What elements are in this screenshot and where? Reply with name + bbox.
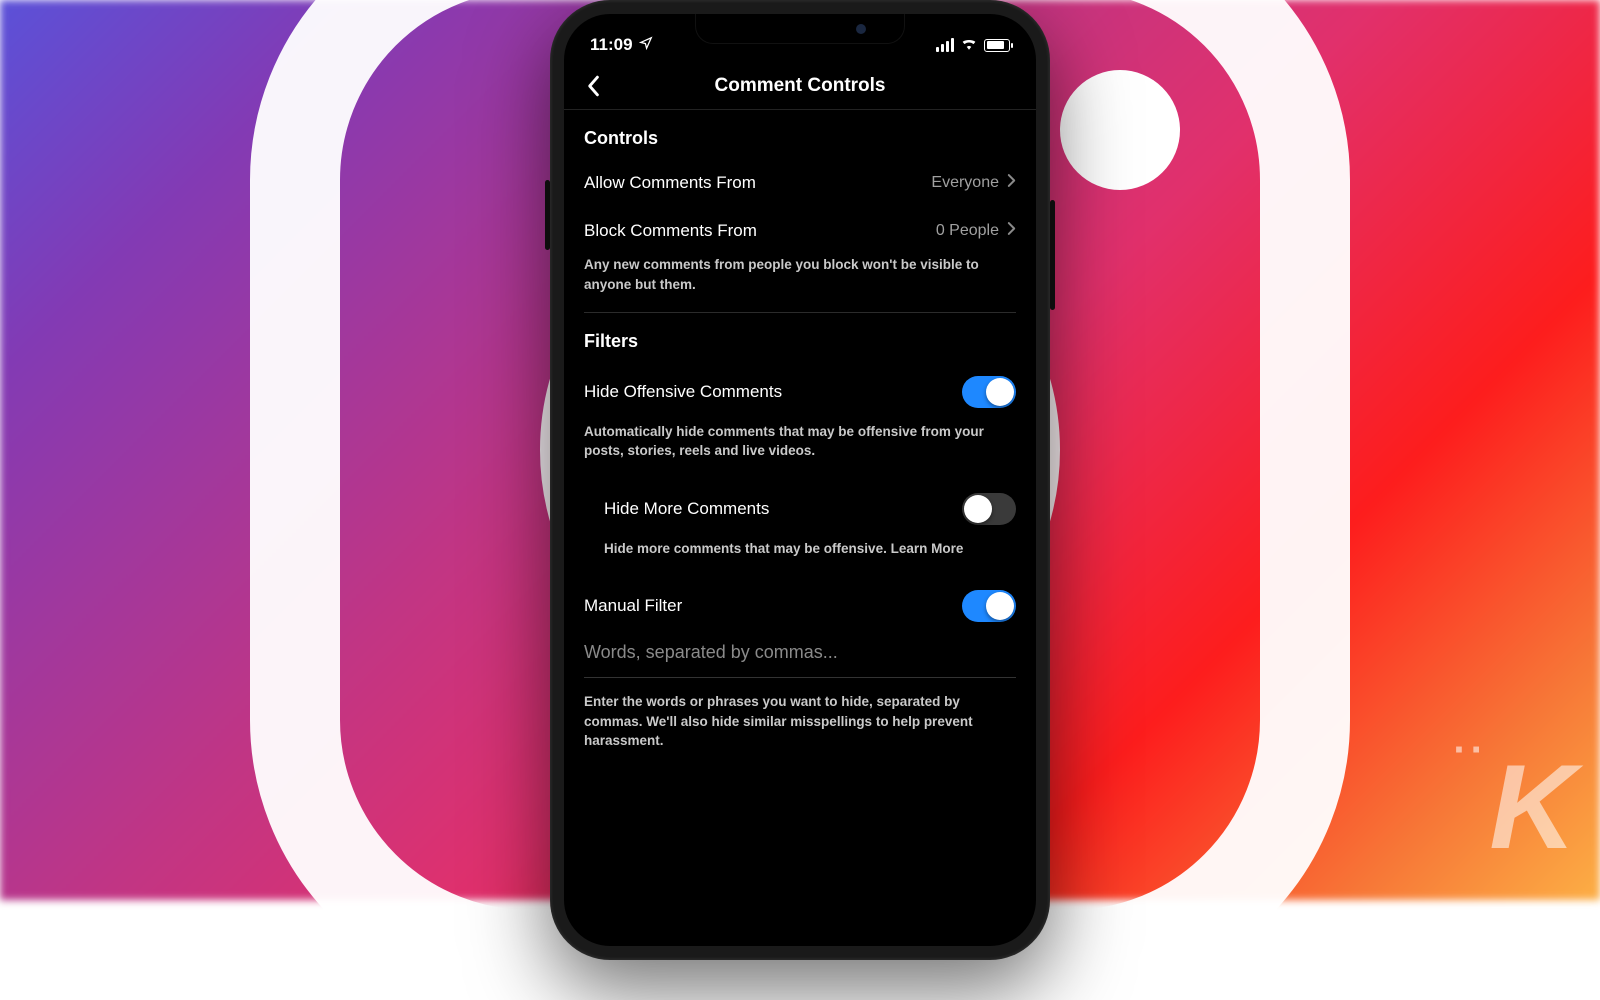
block-comments-row[interactable]: Block Comments From 0 People [584, 207, 1016, 255]
block-comments-label: Block Comments From [584, 221, 757, 241]
phone-frame: 11:09 Comment Controls Controls [550, 0, 1050, 960]
manual-filter-toggle[interactable] [962, 590, 1016, 622]
location-icon [639, 35, 653, 55]
status-time: 11:09 [590, 35, 633, 55]
allow-comments-row[interactable]: Allow Comments From Everyone [584, 159, 1016, 207]
cellular-signal-icon [936, 38, 954, 52]
content: Controls Allow Comments From Everyone Bl… [564, 110, 1036, 769]
wifi-icon [960, 35, 978, 55]
phone-notch [695, 14, 905, 44]
chevron-left-icon [586, 75, 600, 97]
manual-filter-help: Enter the words or phrases you want to h… [584, 678, 1016, 769]
chevron-right-icon [1007, 173, 1016, 193]
manual-filter-label: Manual Filter [584, 596, 682, 616]
hide-offensive-row: Hide Offensive Comments [584, 362, 1016, 422]
hide-more-row: Hide More Comments [584, 479, 1016, 539]
block-help-text: Any new comments from people you block w… [584, 255, 1016, 312]
learn-more-link[interactable]: Learn More [891, 541, 964, 556]
section-title-filters: Filters [584, 313, 1016, 362]
navbar: Comment Controls [564, 62, 1036, 110]
manual-filter-row: Manual Filter [584, 576, 1016, 636]
hide-offensive-help: Automatically hide comments that may be … [584, 422, 1016, 479]
manual-filter-input[interactable]: Words, separated by commas... [584, 636, 1016, 678]
watermark-k: K [1489, 738, 1572, 876]
hide-more-label: Hide More Comments [604, 499, 769, 519]
block-comments-value: 0 People [936, 222, 999, 240]
hide-more-toggle[interactable] [962, 493, 1016, 525]
allow-comments-label: Allow Comments From [584, 173, 756, 193]
section-title-controls: Controls [584, 110, 1016, 159]
page-title: Comment Controls [564, 75, 1036, 97]
hide-offensive-label: Hide Offensive Comments [584, 382, 782, 402]
hide-more-help: Hide more comments that may be offensive… [584, 539, 1016, 577]
back-button[interactable] [578, 71, 608, 101]
battery-icon [984, 39, 1010, 52]
allow-comments-value: Everyone [931, 174, 999, 192]
phone-screen: 11:09 Comment Controls Controls [564, 14, 1036, 946]
chevron-right-icon [1007, 221, 1016, 241]
hide-offensive-toggle[interactable] [962, 376, 1016, 408]
